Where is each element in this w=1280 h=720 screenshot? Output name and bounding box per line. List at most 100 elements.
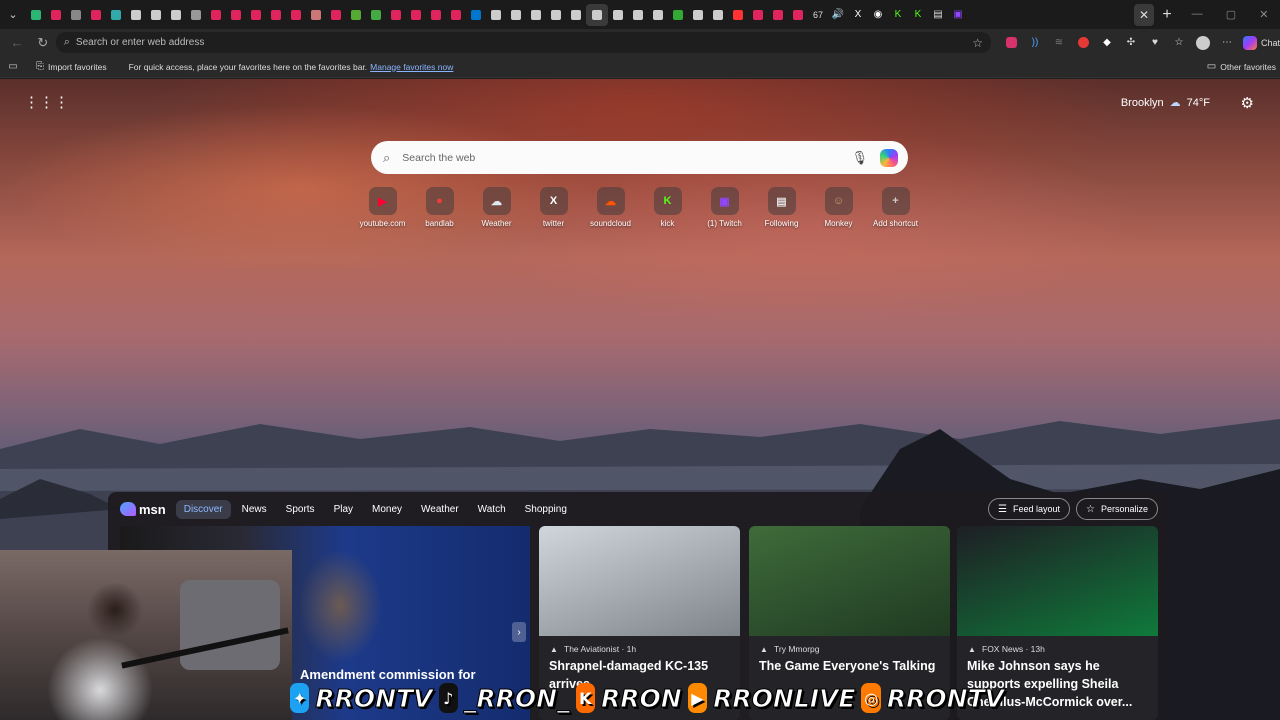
msn-tab[interactable]: Shopping [517,500,575,519]
browser-tab[interactable]: ▤ [928,4,948,26]
browser-tab[interactable] [788,4,808,26]
browser-tab[interactable]: K [888,4,908,26]
microphone-icon[interactable]: 🎙 [851,150,868,166]
browser-tab[interactable] [146,4,166,26]
browser-tab[interactable] [446,4,466,26]
search-placeholder[interactable]: Search the web [402,152,851,164]
browser-tab[interactable] [768,4,788,26]
page-settings-gear-icon[interactable]: ⚙ [1241,94,1254,112]
browser-tab[interactable] [346,4,366,26]
new-tab-button[interactable]: + [1154,0,1180,29]
feed-layout-button[interactable]: ☰ Feed layout [988,498,1070,520]
performance-icon[interactable]: ♥ [1143,32,1167,54]
msn-tab[interactable]: Weather [413,500,467,519]
browser-tab[interactable] [526,4,546,26]
msn-tab[interactable]: Discover [175,499,231,519]
sidebar-toggle-icon[interactable]: ▭ [0,61,26,72]
extension-icon[interactable] [999,32,1023,54]
msn-tab[interactable]: News [234,500,275,519]
shortcut-tile[interactable]: ▶ youtube.com [354,187,411,228]
address-bar[interactable]: ⌕ Search or enter web address ☆ [55,32,991,53]
browser-tab[interactable] [426,4,446,26]
minimize-icon[interactable]: — [1192,8,1203,21]
browser-tab[interactable]: ◉ [868,4,888,26]
browser-tab[interactable]: ▣ [948,4,968,26]
browser-tab[interactable] [266,4,286,26]
browser-tab[interactable] [406,4,426,26]
browser-tab[interactable] [506,4,526,26]
carousel-next-chevron-icon[interactable]: › [512,622,526,642]
copilot-icon[interactable] [880,148,898,167]
extension-icon[interactable]: )) [1023,32,1047,54]
extensions-puzzle-icon[interactable]: ✣ [1119,32,1143,54]
browser-tab[interactable]: X [848,4,868,26]
import-favorites-button[interactable]: ⎘ Import favorites [36,61,107,72]
browser-tab[interactable] [366,4,386,26]
web-search-box[interactable]: ⌕ Search the web 🎙 [371,141,908,174]
back-arrow-icon[interactable]: ← [4,29,30,56]
shortcut-tile[interactable]: Xtwitter [525,187,582,228]
manage-favorites-link[interactable]: Manage favorites now [370,62,453,72]
browser-tab[interactable] [326,4,346,26]
more-menu-icon[interactable]: ⋯ [1215,32,1239,54]
browser-tab[interactable] [186,4,206,26]
browser-tab[interactable] [728,4,748,26]
browser-tab[interactable] [126,4,146,26]
browser-tab[interactable] [166,4,186,26]
weather-widget[interactable]: Brooklyn ☁ 74°F [1121,96,1210,110]
shortcut-tile[interactable]: ☁ Weather [468,187,525,228]
browser-tab[interactable] [286,4,306,26]
browser-tab[interactable]: K [908,4,928,26]
browser-tab[interactable] [106,4,126,26]
browser-tab[interactable] [608,4,628,26]
apps-grid-icon[interactable]: ⋮⋮⋮ [24,95,69,111]
copilot-chat-button[interactable]: Chat [1243,35,1280,50]
profile-avatar[interactable] [1191,32,1215,54]
close-tab-icon[interactable]: ✕ [1134,3,1154,26]
tab-actions-chevron-icon[interactable]: ⌄ [0,0,26,29]
browser-tab[interactable] [246,4,266,26]
browser-tab[interactable] [226,4,246,26]
favorites-icon[interactable]: ☆ [1167,32,1191,54]
browser-tab[interactable] [26,4,46,26]
tab-count-badge[interactable]: 67 [808,4,828,26]
shortcut-tile[interactable]: Kkick [639,187,696,228]
shortcut-tile[interactable]: ▤ Following [753,187,810,228]
shortcut-tile[interactable]: ▣ (1) Twitch [696,187,753,228]
extension-icon[interactable] [1071,32,1095,54]
maximize-icon[interactable]: ▢ [1226,8,1236,21]
browser-tab[interactable]: 🔊 [828,4,848,26]
msn-logo[interactable]: msn [120,502,166,517]
browser-tab[interactable] [648,4,668,26]
personalize-button[interactable]: ☆ Personalize [1076,498,1158,520]
refresh-icon[interactable]: ↻ [30,29,56,56]
shortcut-tile[interactable]: + Add shortcut [867,187,924,228]
browser-tab[interactable] [466,4,486,26]
browser-tab[interactable] [688,4,708,26]
browser-tab[interactable] [668,4,688,26]
browser-tab[interactable] [66,4,86,26]
msn-tab[interactable]: Sports [278,500,323,519]
browser-tab[interactable] [206,4,226,26]
shortcut-tile[interactable]: ☺ Monkey [810,187,867,228]
address-placeholder[interactable]: Search or enter web address [76,37,972,48]
browser-tab[interactable] [566,4,586,26]
browser-tab[interactable] [708,4,728,26]
browser-tab[interactable] [486,4,506,26]
browser-tab[interactable] [748,4,768,26]
add-favorite-star-icon[interactable]: ☆ [972,36,983,50]
other-favorites-button[interactable]: ▭ Other favorites [1207,61,1276,72]
msn-tab[interactable]: Money [364,500,410,519]
window-close-icon[interactable]: ✕ [1259,8,1268,21]
shortcut-tile[interactable]: ☁ soundcloud [582,187,639,228]
browser-tab[interactable] [546,4,566,26]
msn-tab[interactable]: Play [326,500,361,519]
shortcut-tile[interactable]: ● bandlab [411,187,468,228]
browser-tab[interactable] [86,4,106,26]
browser-tab[interactable] [306,4,326,26]
extension-icon[interactable]: ◆ [1095,32,1119,54]
browser-tab[interactable] [586,3,608,26]
browser-tab[interactable] [628,4,648,26]
browser-tab[interactable] [46,4,66,26]
msn-tab[interactable]: Watch [470,500,514,519]
